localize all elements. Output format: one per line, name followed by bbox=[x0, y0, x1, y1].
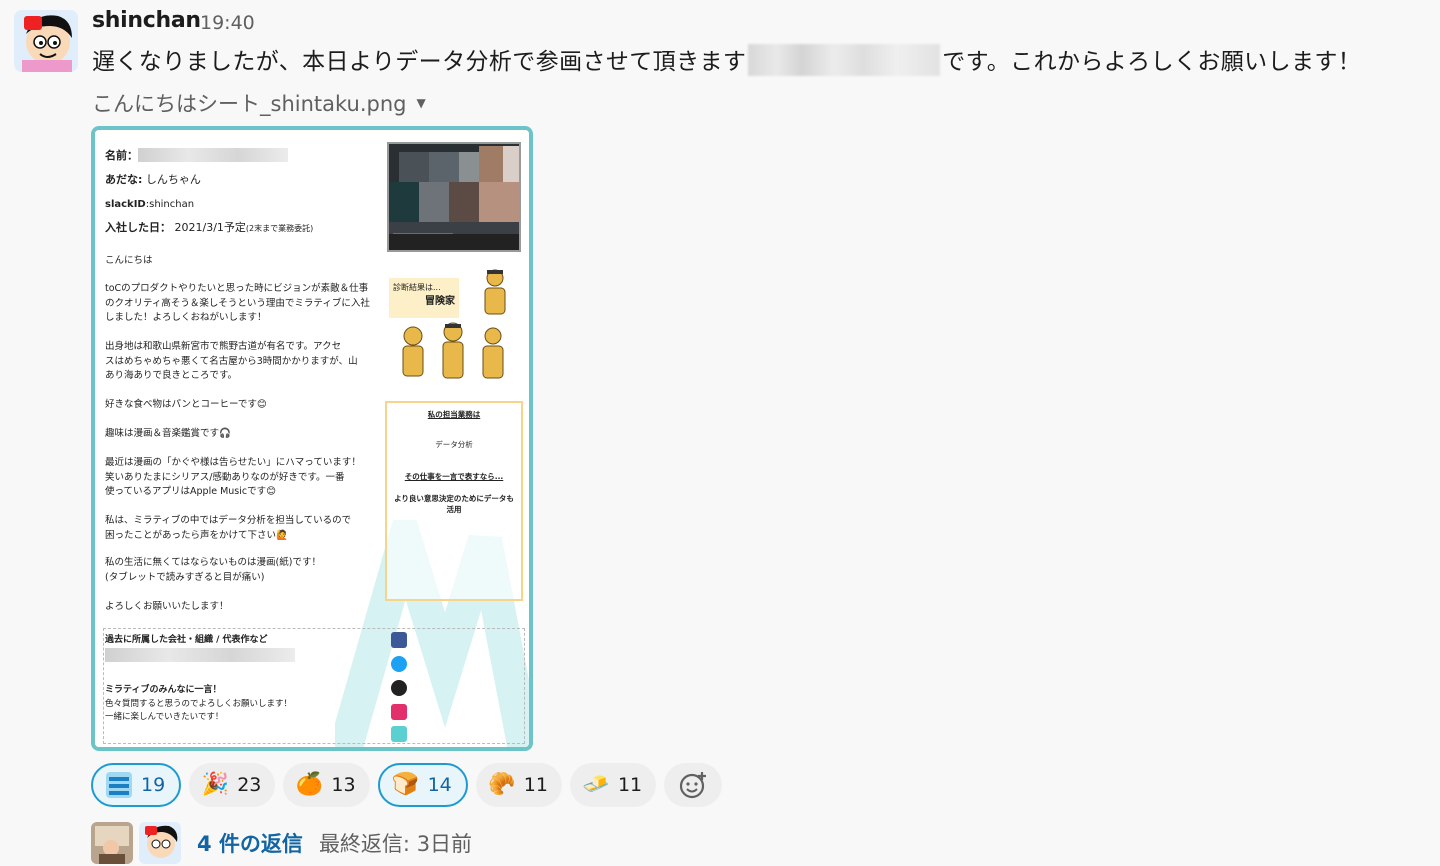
facebook-icon bbox=[391, 632, 407, 648]
intro-paragraph-8: よろしくお願いいたします！ bbox=[105, 601, 229, 612]
yoroshiku-icon bbox=[105, 771, 133, 799]
file-attachment-header[interactable]: こんにちはシート_shintaku.png ▼ bbox=[92, 88, 426, 118]
intro-paragraph-6: 私は、ミラティブの中ではデータ分析を担当しているので 困ったことがあったら声をか… bbox=[105, 515, 352, 541]
reaction-count: 23 bbox=[237, 774, 262, 796]
nickname-value: しんちゃん bbox=[145, 173, 201, 186]
mirrativ-icon bbox=[391, 726, 407, 742]
intro-paragraph-2: 出身地は和歌山県新宮市で熊野古道が有名です。アクセ スはめちゃめちゃ悪くて名古屋… bbox=[105, 341, 358, 382]
replier-avatar[interactable] bbox=[91, 822, 133, 864]
nickname-row: あだな: しんちゃん bbox=[105, 172, 201, 188]
reactions-bar: 19 🎉 23 🍊 13 🍞 14 🥐 11 🧈 11 bbox=[91, 763, 723, 807]
file-name[interactable]: こんにちはシート_shintaku.png bbox=[92, 88, 406, 118]
reaction-count: 14 bbox=[427, 774, 452, 796]
past-redacted bbox=[105, 648, 295, 665]
reaction-croissant[interactable]: 🥐 11 bbox=[475, 763, 562, 807]
intro-paragraph-4: 趣味は漫画＆音楽鑑賞です🎧 bbox=[105, 428, 231, 439]
replier-avatar[interactable] bbox=[139, 822, 181, 864]
add-emoji-icon bbox=[680, 772, 707, 799]
intro-paragraph-3: 好きな食べ物はパンとコーヒーです😊 bbox=[105, 399, 267, 410]
video-thumbnail bbox=[387, 142, 521, 252]
redacted-past bbox=[105, 648, 295, 662]
name-row: 名前： bbox=[105, 148, 288, 164]
reply-count-link[interactable]: 4 件の返信 bbox=[197, 828, 303, 858]
instagram-icon bbox=[391, 704, 407, 720]
work-value: データ分析 bbox=[435, 440, 473, 449]
reaction-count: 11 bbox=[617, 774, 643, 796]
join-label: 入社した日： bbox=[105, 221, 171, 234]
reaction-bread[interactable]: 🍞 14 bbox=[377, 763, 468, 807]
slack-value: :shinchan bbox=[145, 199, 195, 210]
author-avatar[interactable] bbox=[14, 10, 78, 72]
reaction-yoroshiku[interactable]: 19 bbox=[91, 763, 182, 807]
message-title: ミラティブのみんなに一言！ bbox=[105, 685, 222, 695]
reaction-butter[interactable]: 🧈 11 bbox=[569, 763, 657, 807]
name-label: 名前： bbox=[105, 149, 138, 162]
intro-paragraph-5: 最近は漫画の「かぐや様は告らせたい」にハマっています！ 笑いありたまにシリアス/… bbox=[105, 457, 361, 498]
last-reply-time: 最終返信: 3日前 bbox=[318, 832, 473, 856]
message-text: 遅くなりましたが、本日よりデータ分析で参画させて頂きます です。これからよろしくお… bbox=[92, 42, 1361, 76]
adventurer-characters-icon bbox=[402, 269, 506, 379]
attached-image[interactable]: 名前： あだな: しんちゃん slackID:shinchan 入社した日： 2… bbox=[91, 126, 533, 751]
reaction-tangerine[interactable]: 🍊 13 bbox=[283, 763, 370, 807]
intro-sheet: 名前： あだな: しんちゃん slackID:shinchan 入社した日： 2… bbox=[95, 130, 529, 747]
bread-icon: 🍞 bbox=[391, 772, 420, 797]
message-text-before: 遅くなりましたが、本日よりデータ分析で参画させて頂きます bbox=[92, 49, 747, 75]
github-icon bbox=[391, 680, 407, 696]
greeting: こんにちは bbox=[105, 255, 153, 266]
reaction-count: 11 bbox=[523, 774, 548, 796]
work-description: より良い意思決定のためにデータも活用 bbox=[394, 494, 514, 514]
redacted-text bbox=[748, 44, 941, 76]
author-name[interactable]: shinchan bbox=[92, 8, 201, 33]
work-box: 私の担当業務は データ分析 その仕事を一言で表すなら... より良い意思決定のた… bbox=[385, 401, 523, 601]
slack-label: slackID bbox=[105, 199, 146, 210]
message-text-after: です。これからよろしくお願いします！ bbox=[942, 49, 1362, 75]
intro-paragraph-7: 私の生活に無くてはならないものは漫画(紙)です！ (タブレットで読みすぎると目が… bbox=[105, 557, 321, 583]
butter-icon: 🧈 bbox=[582, 772, 610, 797]
join-value: 2021/3/1予定 bbox=[174, 221, 246, 234]
reaction-count: 13 bbox=[331, 774, 356, 796]
add-reaction-button[interactable] bbox=[664, 763, 723, 807]
diagnosis-illustration: 診断結果は... 冒険家 bbox=[387, 266, 521, 388]
croissant-icon: 🥐 bbox=[488, 772, 516, 797]
reaction-party[interactable]: 🎉 23 bbox=[189, 763, 276, 807]
twitter-icon bbox=[391, 656, 407, 672]
redacted-name bbox=[138, 148, 288, 162]
slack-row: slackID:shinchan bbox=[105, 198, 194, 213]
tangerine-icon: 🍊 bbox=[295, 772, 324, 797]
intro-paragraph-1: toCのプロダクトやりたいと思った時にビジョンが素敵＆仕事 のクオリティ高そう＆… bbox=[105, 283, 370, 324]
thread-summary[interactable]: 4 件の返信 最終返信: 3日前 bbox=[91, 822, 472, 864]
reaction-count: 19 bbox=[141, 774, 166, 796]
join-note: (2末まで業務委託) bbox=[245, 224, 314, 233]
party-popper-icon: 🎉 bbox=[201, 772, 229, 797]
work-subtitle: その仕事を一言で表すなら... bbox=[404, 472, 504, 481]
join-row: 入社した日： 2021/3/1予定(2末まで業務委託) bbox=[105, 220, 313, 236]
work-title: 私の担当業務は bbox=[427, 410, 481, 419]
past-title: 過去に所属した会社・組織 / 代表作など bbox=[105, 635, 268, 645]
chevron-down-icon[interactable]: ▼ bbox=[416, 96, 425, 110]
message-timestamp[interactable]: 19:40 bbox=[200, 12, 255, 34]
nickname-label: あだな: bbox=[105, 173, 143, 186]
video-controls bbox=[389, 234, 519, 250]
message-body: 色々質問すると思うのでよろしくお願いします！ 一緒に楽しんでいきたいです！ bbox=[105, 699, 293, 723]
